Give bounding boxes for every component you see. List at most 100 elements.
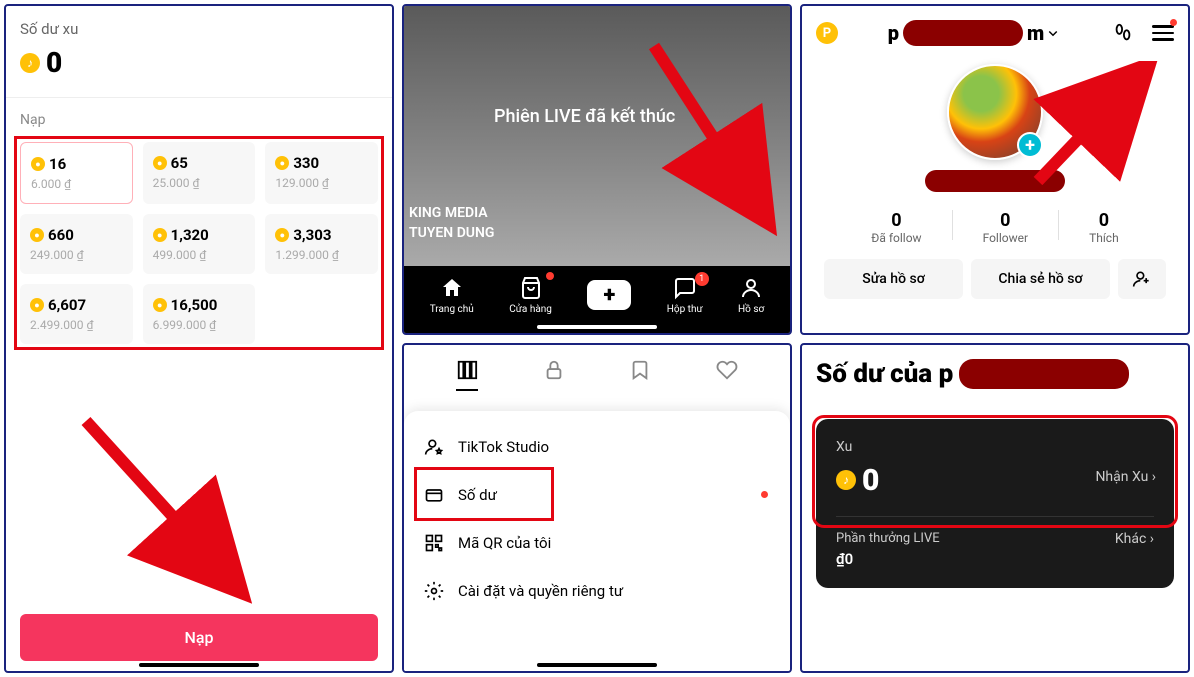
user-star-icon — [424, 437, 444, 457]
shop-icon — [519, 276, 543, 300]
nav-inbox[interactable]: Hộp thư 1 — [667, 276, 703, 315]
profile-header-actions — [1112, 22, 1174, 44]
coin-option[interactable]: ●6,6072.499.000 ₫ — [20, 284, 133, 344]
panel-profile-menu: TikTok Studio Số dư Mã QR của tôi Cài đặ… — [402, 343, 792, 674]
nav-inbox-label: Hộp thư — [667, 304, 703, 315]
coin-amount: 660 — [48, 226, 74, 244]
menu-badge — [1170, 19, 1177, 26]
redacted-username — [925, 170, 1065, 192]
following-label: Đã follow — [871, 231, 921, 245]
nav-create[interactable]: + — [587, 280, 631, 310]
p-badge: P — [816, 22, 838, 44]
coin-icon: ● — [153, 228, 167, 242]
coin-icon: ● — [31, 157, 45, 171]
coin-icon: ● — [153, 298, 167, 312]
home-indicator — [537, 663, 657, 667]
other-link[interactable]: Khác › — [1115, 531, 1154, 568]
edit-profile-button[interactable]: Sửa hồ sơ — [824, 259, 963, 299]
balance-badge — [761, 491, 768, 498]
receive-xu-link[interactable]: Nhận Xu › — [1095, 469, 1156, 485]
panel-tiktok-home: Phiên LIVE đã kết thúc KING MEDIA TUYEN … — [402, 4, 792, 335]
coin-balance: ♪ 0 — [20, 46, 378, 79]
share-profile-button[interactable]: Chia sẻ hồ sơ — [971, 259, 1110, 299]
stat-likes[interactable]: 0Thích — [1089, 210, 1119, 245]
username-suffix: m — [1027, 21, 1044, 45]
coin-option[interactable]: ●330129.000 ₫ — [265, 142, 378, 204]
footsteps-icon[interactable] — [1112, 22, 1134, 44]
tab-saved[interactable] — [629, 359, 651, 391]
coin-option[interactable]: ●660249.000 ₫ — [20, 214, 133, 274]
profile-tabs — [404, 345, 790, 401]
recharge-label: Nạp — [20, 112, 378, 128]
panel-balance-detail: Số dư của p Xu ♪ 0 Nhận Xu › Phần thưởng… — [800, 343, 1190, 674]
menu-settings-label: Cài đặt và quyền riêng tư — [458, 582, 623, 600]
coin-option[interactable]: ●1,320499.000 ₫ — [143, 214, 256, 274]
add-friend-button[interactable] — [1118, 259, 1166, 299]
tab-liked[interactable] — [716, 359, 738, 391]
coin-amount: 16,500 — [171, 296, 218, 314]
nav-home[interactable]: Trang chủ — [430, 276, 474, 315]
bookmark-icon — [629, 359, 651, 381]
followers-count: 0 — [983, 210, 1028, 231]
title-prefix: Số dư của p — [816, 359, 953, 389]
recharge-button[interactable]: Nạp — [20, 614, 378, 661]
coin-price: 2.499.000 ₫ — [30, 318, 123, 332]
stat-following[interactable]: 0Đã follow — [871, 210, 921, 245]
username-prefix: p — [888, 21, 899, 45]
redacted-name — [903, 20, 1023, 46]
gear-icon — [424, 581, 444, 601]
bottom-nav: Trang chủ Cửa hàng + Hộp thư 1 Hồ sơ — [404, 266, 790, 333]
stat-sep — [1058, 210, 1059, 240]
nav-shop[interactable]: Cửa hàng — [509, 276, 552, 315]
tab-grid[interactable] — [456, 359, 478, 391]
grid-icon — [456, 359, 478, 381]
nav-shop-label: Cửa hàng — [509, 304, 552, 315]
avatar-add-button[interactable]: + — [1017, 132, 1043, 158]
coin-icon: ♪ — [20, 53, 40, 73]
hamburger-menu[interactable] — [1152, 25, 1174, 41]
menu-studio-label: TikTok Studio — [458, 438, 549, 456]
profile-avatar[interactable]: + — [947, 64, 1043, 160]
nav-profile[interactable]: Hồ sơ — [738, 276, 764, 315]
coin-price: 6.999.000 ₫ — [153, 318, 246, 332]
profile-buttons: Sửa hồ sơ Chia sẻ hồ sơ — [816, 259, 1174, 299]
separator — [836, 516, 1154, 517]
coin-option[interactable]: ●6525.000 ₫ — [143, 142, 256, 204]
coin-icon: ● — [275, 228, 289, 242]
balance-card: Xu ♪ 0 Nhận Xu › Phần thưởng LIVE ₫0 Khá… — [816, 419, 1174, 588]
chevron-down-icon — [1044, 24, 1062, 42]
coin-price: 499.000 ₫ — [153, 248, 246, 262]
reward-label: Phần thưởng LIVE — [836, 531, 940, 546]
coin-amount: 65 — [171, 154, 188, 172]
stat-sep — [952, 210, 953, 240]
menu-qr[interactable]: Mã QR của tôi — [404, 519, 790, 567]
username-row — [925, 170, 1065, 196]
live-reward[interactable]: Phần thưởng LIVE ₫0 — [836, 531, 940, 568]
home-icon — [440, 276, 464, 300]
heart-icon — [716, 359, 738, 381]
coin-amount: 3,303 — [293, 226, 331, 244]
nav-profile-label: Hồ sơ — [738, 304, 764, 315]
tab-private[interactable] — [543, 359, 565, 391]
menu-studio[interactable]: TikTok Studio — [404, 423, 790, 471]
coin-price: 25.000 ₫ — [153, 176, 246, 190]
menu-sheet: TikTok Studio Số dư Mã QR của tôi Cài đặ… — [404, 411, 790, 672]
stat-followers[interactable]: 0Follower — [983, 210, 1028, 245]
following-count: 0 — [871, 210, 921, 231]
coin-option[interactable]: ●166.000 ₫ — [20, 142, 133, 204]
menu-balance[interactable]: Số dư — [404, 471, 790, 519]
add-user-icon — [1132, 269, 1152, 289]
redacted-name — [959, 359, 1129, 389]
coin-option[interactable]: ● 16,500 6.999.000 ₫ — [143, 284, 256, 344]
inbox-badge: 1 — [695, 272, 709, 286]
nav-home-label: Trang chủ — [430, 304, 474, 315]
profile-header: P p m — [816, 20, 1174, 46]
coin-option[interactable]: ●3,3031.299.000 ₫ — [265, 214, 378, 274]
profile-icon — [739, 276, 763, 300]
profile-username-dropdown[interactable]: p m — [888, 20, 1063, 46]
menu-balance-label: Số dư — [458, 486, 497, 504]
plus-icon: + — [603, 283, 615, 308]
menu-settings[interactable]: Cài đặt và quyền riêng tư — [404, 567, 790, 615]
balance-value: 0 — [46, 46, 62, 79]
balance-page-title: Số dư của p — [816, 359, 1174, 389]
